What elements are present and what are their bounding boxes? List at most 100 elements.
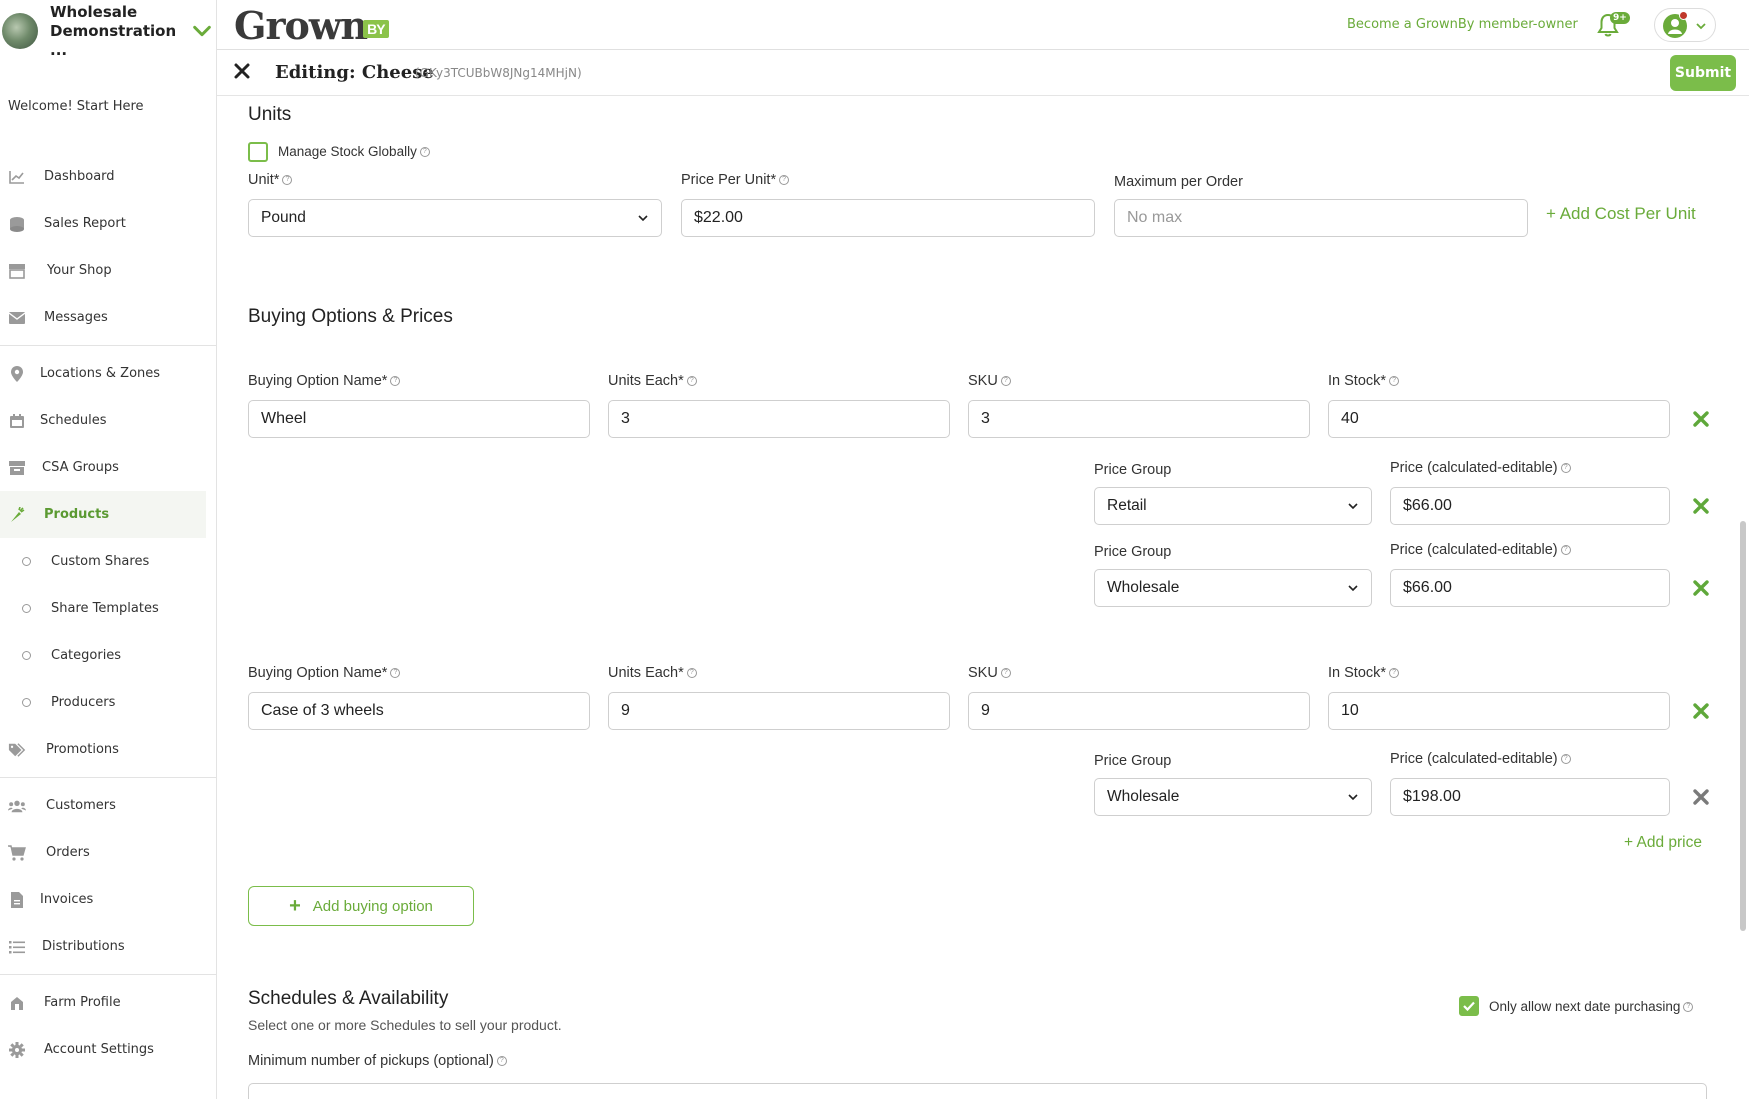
divider: [0, 345, 216, 346]
units-each-input[interactable]: 9: [608, 692, 950, 730]
in-stock-label-text: In Stock*: [1328, 373, 1387, 389]
sidebar-subitem-share-templates[interactable]: Share Templates: [0, 585, 216, 632]
sidebar-item-dashboard[interactable]: Dashboard: [0, 153, 216, 200]
submit-button[interactable]: Submit: [1670, 55, 1736, 91]
sidebar-item-your-shop[interactable]: Your Shop: [0, 247, 216, 294]
remove-option-icon[interactable]: [1693, 703, 1709, 719]
scrollbar[interactable]: [1740, 96, 1746, 1099]
help-icon[interactable]: ?: [390, 376, 401, 387]
sidebar-item-csa-groups[interactable]: CSA Groups: [0, 444, 216, 491]
units-each-label: Units Each*?: [608, 373, 697, 389]
bullet-icon: [22, 651, 31, 660]
help-icon[interactable]: ?: [496, 1056, 507, 1067]
plus-icon: +: [289, 894, 301, 917]
notifications-badge: 9+: [1610, 12, 1630, 24]
unit-label: Unit*?: [248, 172, 293, 188]
chevron-down-icon[interactable]: [191, 20, 213, 42]
price-calculated-text: Price (calculated-editable): [1390, 751, 1558, 767]
scrollbar-thumb[interactable]: [1740, 521, 1746, 931]
manage-stock-checkbox[interactable]: [248, 142, 268, 162]
min-pickups-input[interactable]: [248, 1083, 1707, 1099]
help-icon[interactable]: ?: [1000, 376, 1011, 387]
add-cost-per-unit-link[interactable]: + Add Cost Per Unit: [1546, 204, 1696, 224]
max-per-order-label: Maximum per Order: [1114, 174, 1243, 190]
remove-option-icon[interactable]: [1693, 411, 1709, 427]
add-buying-option-button[interactable]: + Add buying option: [248, 886, 474, 926]
price-group-select[interactable]: Wholesale: [1094, 778, 1372, 816]
sidebar-item-farm-profile[interactable]: Farm Profile: [0, 979, 216, 1026]
price-per-unit-text: Price Per Unit*: [681, 172, 777, 188]
box-icon: [8, 459, 26, 477]
sidebar-item-sales-report[interactable]: Sales Report: [0, 200, 216, 247]
help-icon[interactable]: ?: [1000, 668, 1011, 679]
help-icon[interactable]: ?: [1683, 1002, 1694, 1013]
sku-label: SKU?: [968, 373, 1011, 389]
top-bar: GrownBY Become a GrownBy member-owner 9+: [217, 0, 1749, 50]
sidebar-item-schedules[interactable]: Schedules: [0, 397, 216, 444]
sidebar-item-label: Schedules: [40, 413, 107, 428]
price-input[interactable]: $66.00: [1390, 569, 1670, 607]
next-date-text: Only allow next date purchasing: [1489, 999, 1681, 1014]
chevron-down-icon: [1696, 23, 1706, 30]
next-date-checkbox[interactable]: [1459, 996, 1479, 1016]
units-each-input[interactable]: 3: [608, 400, 950, 438]
price-group-select[interactable]: Wholesale: [1094, 569, 1372, 607]
sidebar-subitem-producers[interactable]: Producers: [0, 679, 216, 726]
sidebar-item-label: Categories: [51, 648, 122, 663]
remove-price-icon[interactable]: [1693, 498, 1709, 514]
coins-icon: [8, 215, 26, 233]
chevron-down-icon: [1348, 794, 1358, 801]
price-input[interactable]: $66.00: [1390, 487, 1670, 525]
help-icon[interactable]: ?: [686, 376, 697, 387]
max-per-order-input[interactable]: No max: [1114, 199, 1528, 237]
sidebar-item-orders[interactable]: Orders: [0, 829, 216, 876]
help-icon[interactable]: ?: [282, 175, 293, 186]
bullet-icon: [22, 557, 31, 566]
sidebar-item-account-settings[interactable]: Account Settings: [0, 1026, 216, 1073]
unit-value: Pound: [261, 209, 306, 226]
sidebar-item-invoices[interactable]: Invoices: [0, 876, 216, 923]
sidebar-item-distributions[interactable]: Distributions: [0, 923, 216, 970]
unit-select[interactable]: Pound: [248, 199, 662, 237]
sidebar-item-label: Farm Profile: [44, 995, 121, 1010]
help-icon[interactable]: ?: [390, 668, 401, 679]
remove-price-icon[interactable]: [1693, 580, 1709, 596]
help-icon[interactable]: ?: [686, 668, 697, 679]
farm-switcher[interactable]: Wholesale Demonstration ...: [0, 0, 216, 62]
help-icon[interactable]: ?: [1560, 754, 1571, 765]
sku-label-text: SKU: [968, 665, 998, 681]
schedules-heading: Schedules & Availability: [248, 988, 449, 1009]
user-menu[interactable]: [1654, 8, 1716, 42]
option-name-input[interactable]: Wheel: [248, 400, 590, 438]
help-icon[interactable]: ?: [419, 147, 430, 158]
sidebar-item-locations[interactable]: Locations & Zones: [0, 350, 216, 397]
in-stock-input[interactable]: 10: [1328, 692, 1670, 730]
grownby-logo[interactable]: GrownBY: [234, 3, 389, 48]
sku-input[interactable]: 3: [968, 400, 1310, 438]
close-icon[interactable]: [233, 62, 251, 80]
sidebar-item-label: Orders: [46, 845, 90, 860]
sidebar-item-promotions[interactable]: Promotions: [0, 726, 216, 773]
help-icon[interactable]: ?: [1389, 668, 1400, 679]
help-icon[interactable]: ?: [779, 175, 790, 186]
sidebar-item-messages[interactable]: Messages: [0, 294, 216, 341]
help-icon[interactable]: ?: [1560, 545, 1571, 556]
member-owner-link[interactable]: Become a GrownBy member-owner: [1347, 17, 1578, 32]
sidebar-item-customers[interactable]: Customers: [0, 782, 216, 829]
in-stock-input[interactable]: 40: [1328, 400, 1670, 438]
check-icon: [1463, 1001, 1475, 1012]
sidebar-subitem-custom-shares[interactable]: Custom Shares: [0, 538, 216, 585]
sku-input[interactable]: 9: [968, 692, 1310, 730]
help-icon[interactable]: ?: [1560, 463, 1571, 474]
sidebar-item-products[interactable]: Products: [0, 491, 206, 538]
price-per-unit-input[interactable]: $22.00: [681, 199, 1095, 237]
sidebar-subitem-categories[interactable]: Categories: [0, 632, 216, 679]
units-heading: Units: [248, 104, 292, 125]
help-icon[interactable]: ?: [1389, 376, 1400, 387]
sidebar-item-label: Customers: [46, 798, 116, 813]
option-name-input[interactable]: Case of 3 wheels: [248, 692, 590, 730]
price-input[interactable]: $198.00: [1390, 778, 1670, 816]
price-group-select[interactable]: Retail: [1094, 487, 1372, 525]
add-price-link[interactable]: + Add price: [1624, 834, 1702, 852]
page-title: Editing: Cheese: [275, 62, 434, 83]
